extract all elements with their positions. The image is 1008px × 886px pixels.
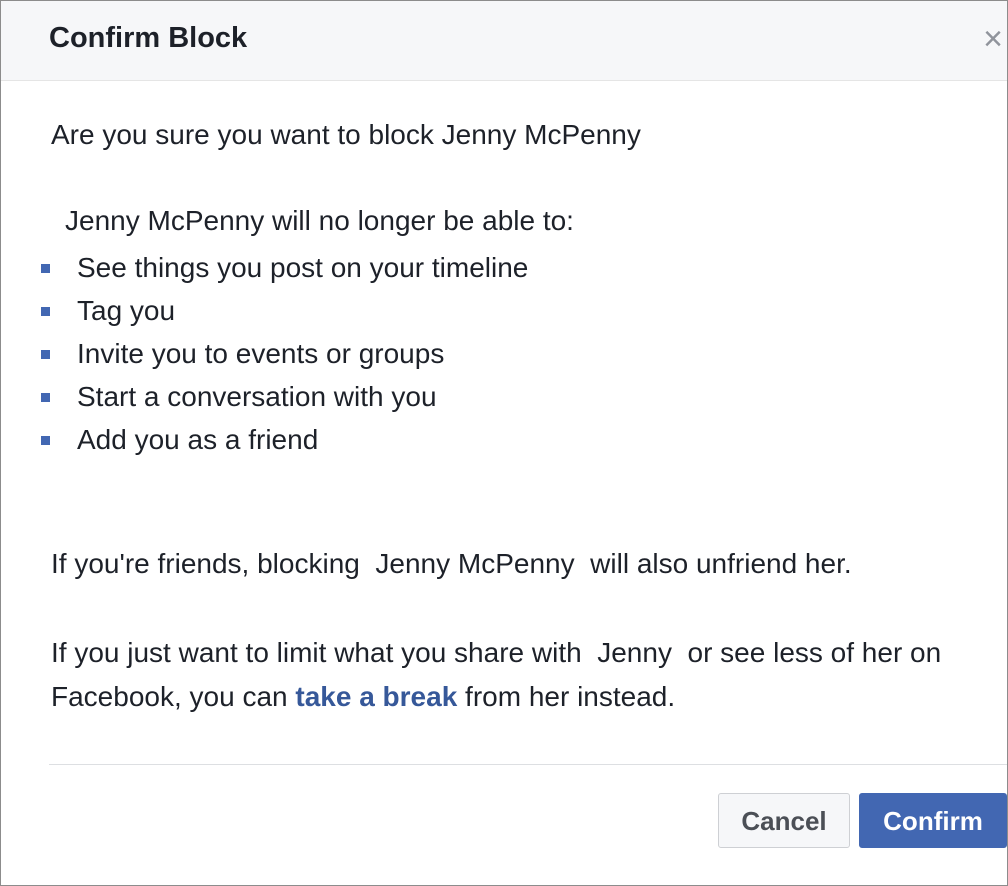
unfriend-note: If you're friends, blocking Jenny McPenn… — [51, 548, 852, 579]
take-a-break-link[interactable]: take a break — [295, 681, 457, 712]
footer-divider — [49, 764, 1007, 765]
restriction-text: Tag you — [77, 295, 176, 326]
restriction-text: Start a conversation with you — [77, 381, 437, 412]
square-bullet-icon — [41, 436, 50, 445]
dialog-header: Confirm Block × — [1, 1, 1007, 81]
close-icon: × — [983, 20, 1003, 58]
square-bullet-icon — [41, 307, 50, 316]
square-bullet-icon — [41, 393, 50, 402]
limit-note-suffix: from her instead. — [457, 681, 676, 712]
cancel-button[interactable]: Cancel — [718, 793, 850, 848]
close-button[interactable]: × — [979, 20, 1007, 58]
square-bullet-icon — [41, 350, 50, 359]
restriction-text: Invite you to events or groups — [77, 338, 445, 369]
limit-note: If you just want to limit what you share… — [51, 631, 1001, 719]
restriction-text: See things you post on your timeline — [77, 252, 529, 283]
dialog-title: Confirm Block — [49, 22, 248, 54]
square-bullet-icon — [41, 264, 50, 273]
block-question: Are you sure you want to block Jenny McP… — [51, 119, 641, 150]
restriction-text: Add you as a friend — [77, 424, 319, 455]
restrictions-intro: Jenny McPenny will no longer be able to: — [65, 205, 574, 236]
confirm-button[interactable]: Confirm — [859, 793, 1007, 848]
confirm-block-dialog: Confirm Block × Are you sure you want to… — [0, 0, 1008, 886]
